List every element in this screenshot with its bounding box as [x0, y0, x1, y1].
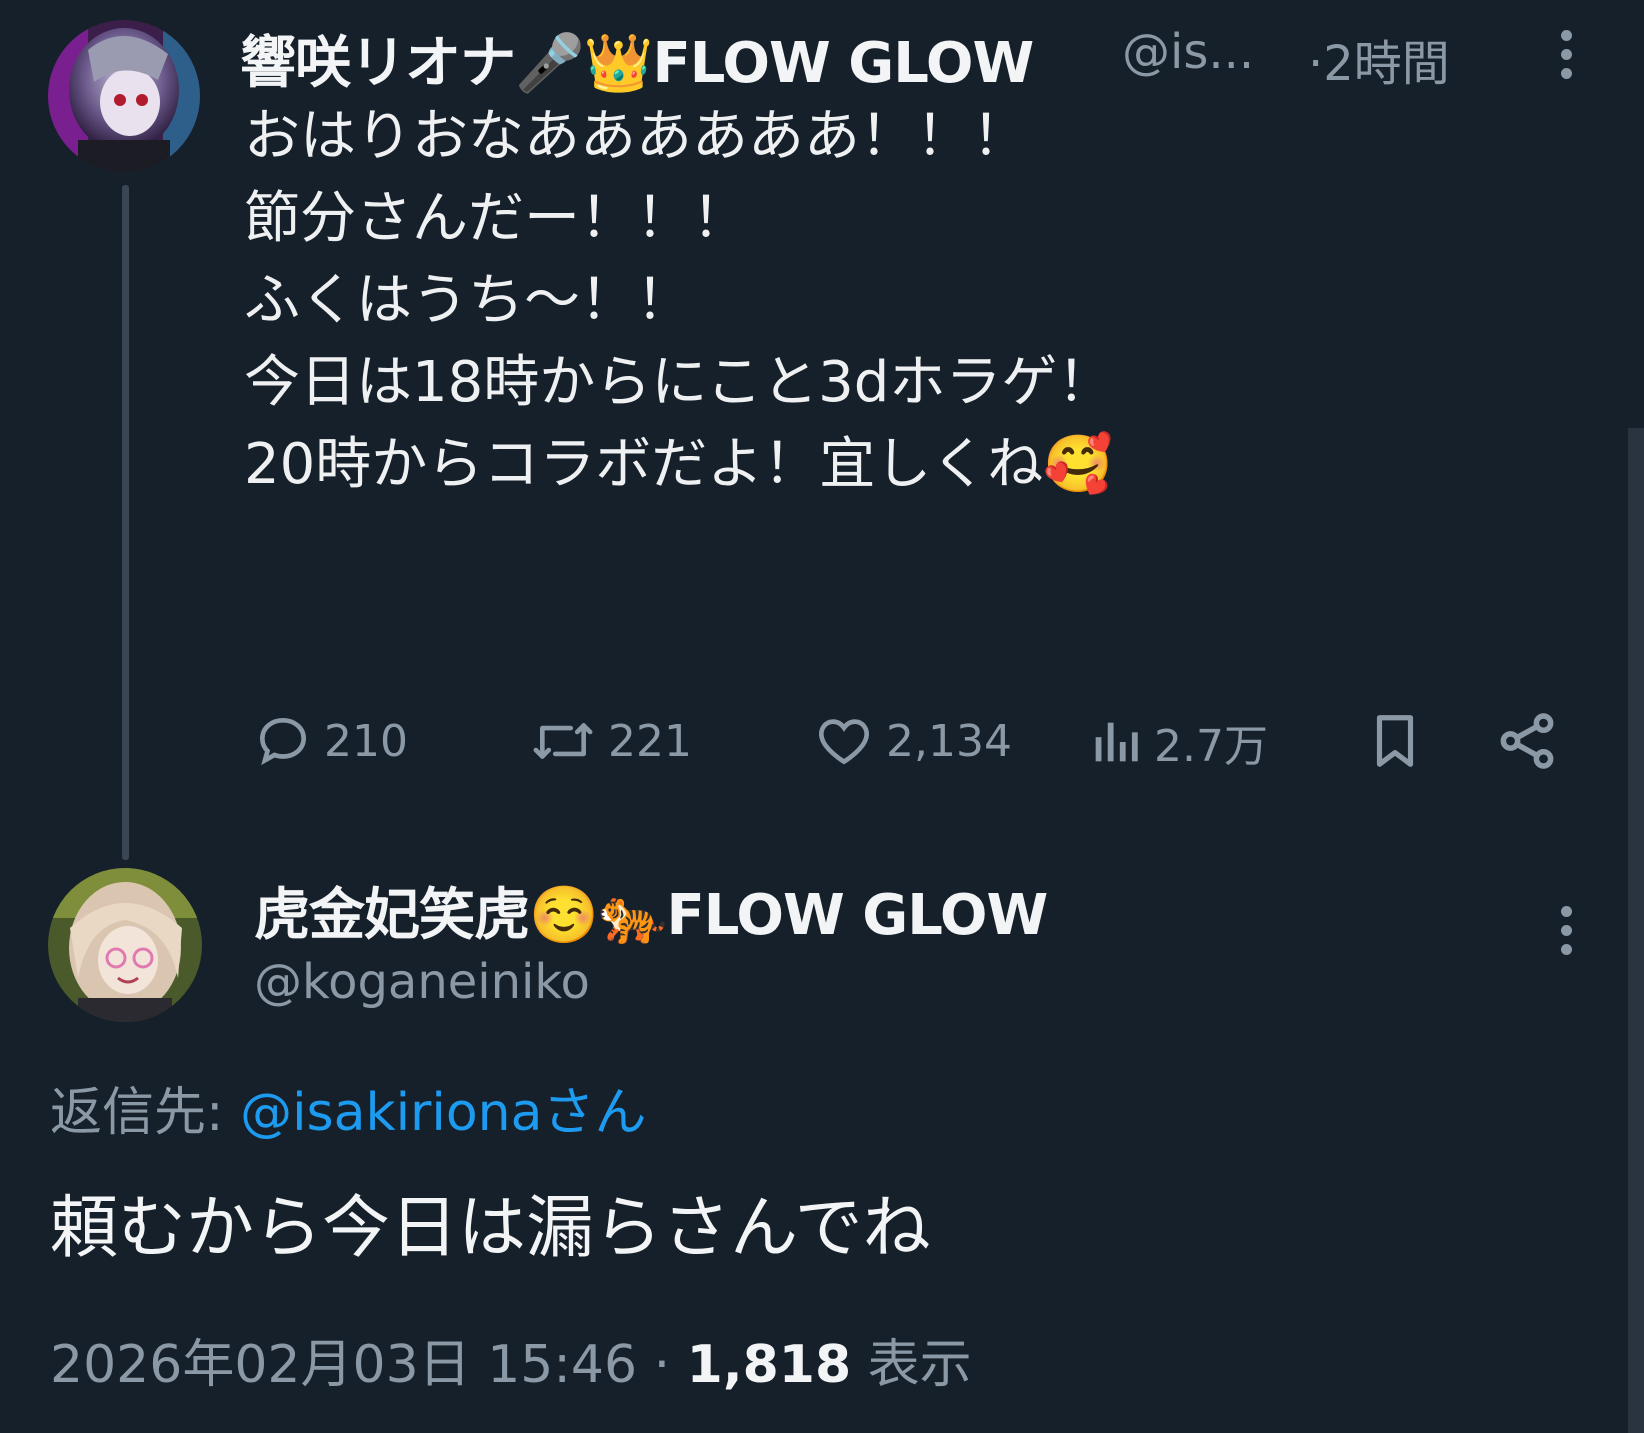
- view-label: 表示: [851, 1335, 972, 1395]
- avatar[interactable]: [48, 868, 202, 1022]
- tweet-meta: 2026年02月03日 15:46 · 1,818 表示: [50, 1322, 972, 1397]
- like-count: 2,134: [886, 715, 1012, 767]
- reply-count: 210: [324, 715, 408, 767]
- retweet-icon: [533, 723, 593, 759]
- more-icon[interactable]: [1561, 906, 1575, 963]
- author-handle[interactable]: @koganeiniko: [254, 954, 590, 1010]
- views-icon: [1095, 722, 1138, 762]
- tweet-line: おはりおなああああああ！！！: [244, 104, 1028, 169]
- tweet-line: 節分さんだー！！！: [244, 186, 748, 251]
- reply-text: 頼むから今日は漏らさんでね: [50, 1189, 931, 1268]
- bookmark-button[interactable]: [1364, 708, 1426, 778]
- retweet-count: 221: [608, 715, 692, 767]
- tweet-line: 今日は18時からにこと3dホラゲ！: [244, 350, 1114, 415]
- views-button[interactable]: 2.7万: [1086, 710, 1268, 774]
- like-button[interactable]: 2,134: [812, 710, 1012, 772]
- timestamp[interactable]: ·2時間: [1308, 24, 1450, 94]
- share-icon: [1500, 713, 1554, 769]
- reply-to-label: 返信先:: [50, 1083, 241, 1143]
- reply-to-handle[interactable]: @isakirionaさん: [240, 1083, 646, 1143]
- more-icon[interactable]: [1561, 30, 1575, 87]
- retweet-button[interactable]: 221: [528, 710, 692, 772]
- view-count: 1,818: [686, 1335, 852, 1395]
- reply-button[interactable]: 210: [252, 710, 408, 772]
- post-date[interactable]: 2026年02月03日 15:46: [50, 1335, 637, 1395]
- like-icon: [819, 719, 869, 765]
- author-name[interactable]: 虎金妃笑虎☺️🐅FLOW GLOW: [254, 870, 1048, 951]
- author-handle[interactable]: @is...: [1122, 24, 1254, 80]
- avatar[interactable]: [48, 20, 200, 172]
- tweet-line: 20時からコラボだよ！宜しくね🥰: [244, 432, 1113, 497]
- tweet-line: ふくはうち〜！！: [244, 268, 692, 333]
- reply-icon: [260, 718, 306, 766]
- bookmark-icon: [1376, 715, 1414, 767]
- scrollbar[interactable]: [1628, 428, 1644, 1433]
- author-name[interactable]: 響咲リオナ🎤👑FLOW GLOW: [240, 18, 1034, 99]
- meta-separator: ·: [637, 1335, 687, 1395]
- share-button[interactable]: [1494, 708, 1560, 778]
- thread-connector: [122, 185, 129, 860]
- views-count: 2.7万: [1154, 721, 1268, 772]
- tweet-body: おはりおなああああああ！！！ 節分さんだー！！！ ふくはうち〜！！ 今日は18時…: [244, 96, 1113, 506]
- reply-to: 返信先: @isakirionaさん: [50, 1070, 647, 1145]
